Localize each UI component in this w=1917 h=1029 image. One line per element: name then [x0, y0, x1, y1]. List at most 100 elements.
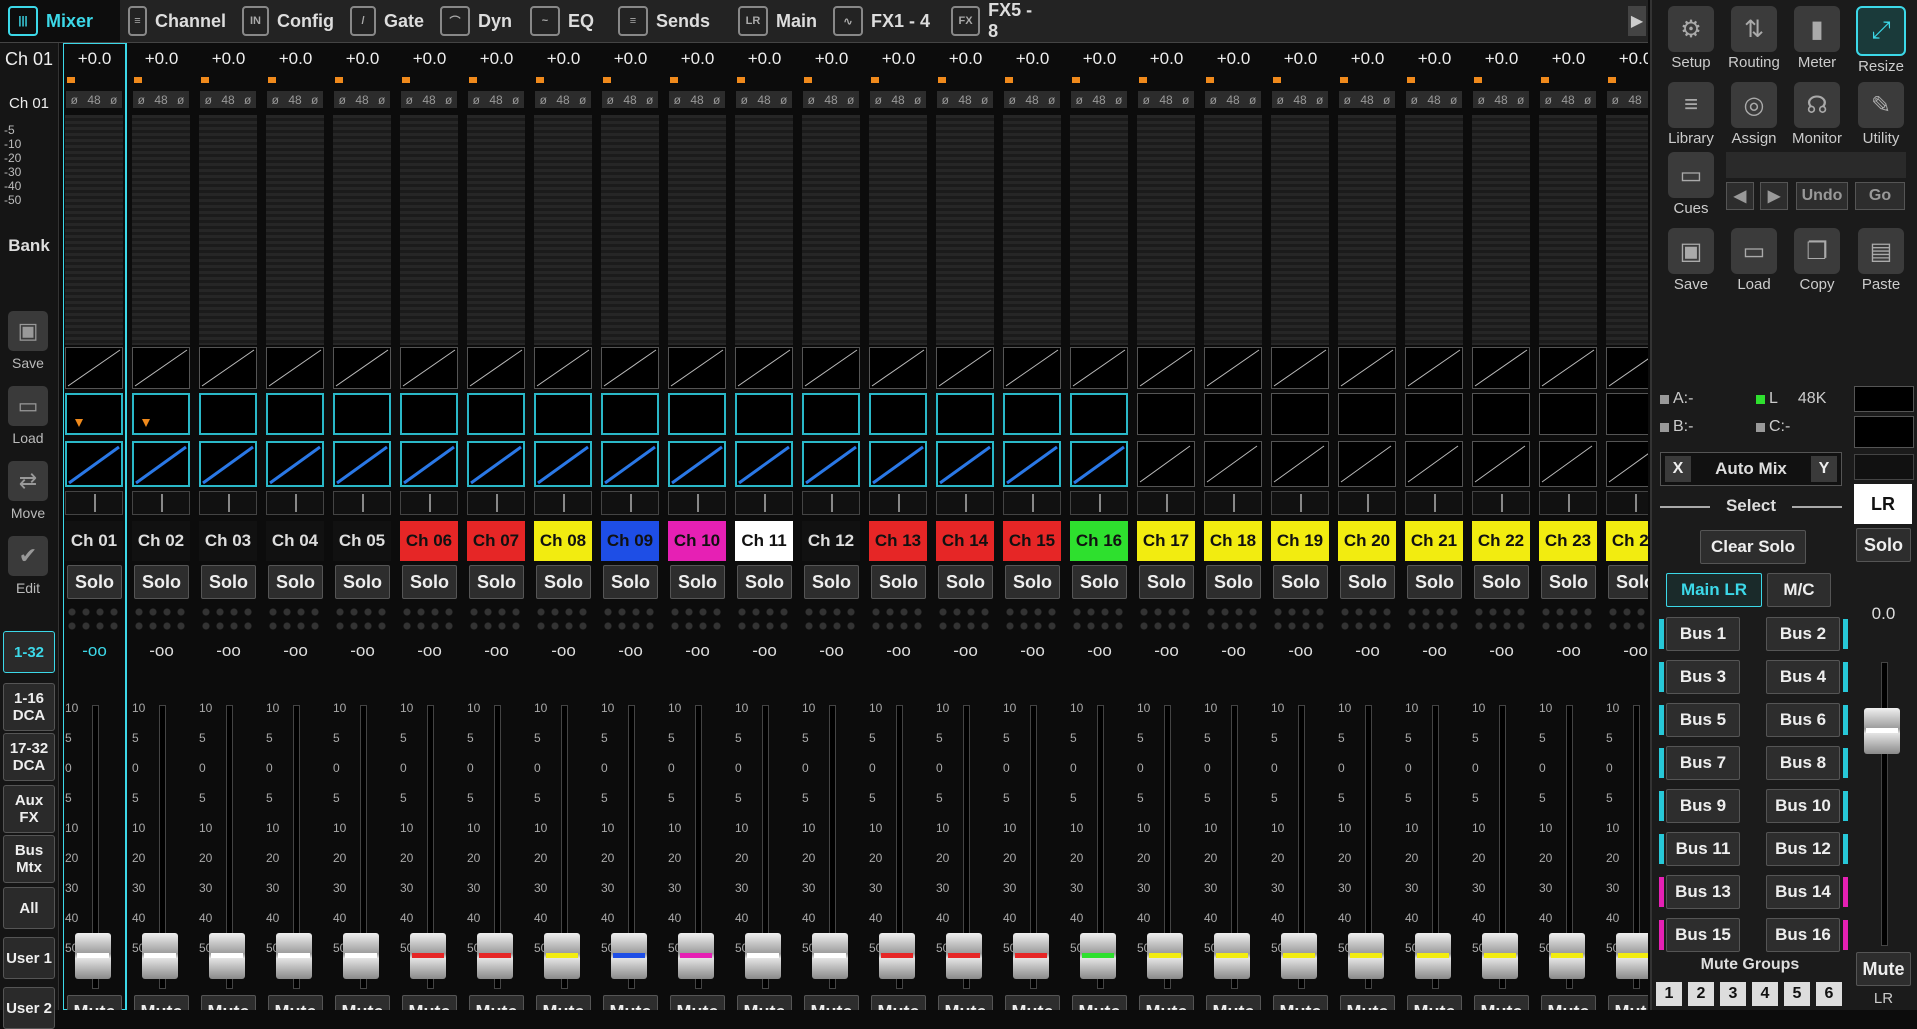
- gain-value[interactable]: +0.0: [733, 49, 796, 69]
- pan-control[interactable]: [1204, 491, 1262, 515]
- solo-button[interactable]: Solo: [469, 565, 524, 599]
- gain-value[interactable]: +0.0: [1537, 49, 1600, 69]
- tab-fx5-8[interactable]: FX FX5 - 8: [943, 0, 1053, 42]
- gate-graph[interactable]: [1070, 347, 1128, 389]
- dynamics-graph[interactable]: [601, 393, 659, 435]
- solo-button[interactable]: Solo: [938, 565, 993, 599]
- phantom-power-row[interactable]: ø 48 ø: [669, 91, 725, 108]
- mute-button[interactable]: Mute: [871, 995, 926, 1010]
- eq-graph[interactable]: [668, 441, 726, 487]
- phantom-power-row[interactable]: ø 48 ø: [736, 91, 792, 108]
- fader-knob[interactable]: [142, 933, 178, 979]
- bank-1-16-dca-button[interactable]: 1-16 DCA: [3, 683, 55, 731]
- routing-button[interactable]: ⇅ Routing: [1723, 6, 1785, 76]
- bank-aux-fx-button[interactable]: Aux FX: [3, 785, 55, 833]
- bus-7-button[interactable]: Bus 7: [1666, 746, 1740, 780]
- tab-fx1-4[interactable]: ∿ FX1 - 4: [825, 0, 943, 42]
- pan-control[interactable]: [65, 491, 123, 515]
- fader-knob[interactable]: [611, 933, 647, 979]
- mute-button[interactable]: Mute: [201, 995, 256, 1010]
- fader-knob[interactable]: [410, 933, 446, 979]
- fader-knob[interactable]: [75, 933, 111, 979]
- bus-8-button[interactable]: Bus 8: [1766, 746, 1840, 780]
- pan-control[interactable]: [400, 491, 458, 515]
- dynamics-graph[interactable]: [65, 393, 123, 435]
- pan-control[interactable]: [534, 491, 592, 515]
- save-button[interactable]: ▣ Save: [3, 311, 53, 379]
- fader-knob[interactable]: [276, 933, 312, 979]
- eq-graph[interactable]: [1606, 441, 1648, 487]
- fader-knob[interactable]: [1415, 933, 1451, 979]
- automix-y-button[interactable]: Y: [1811, 456, 1837, 482]
- gate-graph[interactable]: [668, 347, 726, 389]
- eq-graph[interactable]: [869, 441, 927, 487]
- monitor-button[interactable]: ☊ Monitor: [1786, 82, 1848, 152]
- phantom-power-row[interactable]: ø 48 ø: [133, 91, 189, 108]
- eq-graph[interactable]: [1137, 441, 1195, 487]
- dynamics-graph[interactable]: [1606, 393, 1648, 435]
- mute-button[interactable]: Mute: [1005, 995, 1060, 1010]
- solo-button[interactable]: Solo: [1608, 565, 1648, 599]
- solo-button[interactable]: Solo: [670, 565, 725, 599]
- gain-value[interactable]: +0.0: [264, 49, 327, 69]
- pan-control[interactable]: [668, 491, 726, 515]
- fader-knob[interactable]: [1616, 933, 1648, 979]
- dynamics-graph[interactable]: [534, 393, 592, 435]
- tab-channel[interactable]: ≡ Channel: [120, 0, 234, 42]
- tab-main[interactable]: LR Main: [730, 0, 825, 42]
- bus-2-button[interactable]: Bus 2: [1766, 617, 1840, 651]
- eq-graph[interactable]: [936, 441, 994, 487]
- mute-button[interactable]: Mute: [1072, 995, 1127, 1010]
- gain-value[interactable]: +0.0: [1269, 49, 1332, 69]
- gate-graph[interactable]: [400, 347, 458, 389]
- setup-button[interactable]: ⚙ Setup: [1660, 6, 1722, 76]
- gain-value[interactable]: +0.0: [1336, 49, 1399, 69]
- solo-button[interactable]: Solo: [402, 565, 457, 599]
- fader-knob[interactable]: [745, 933, 781, 979]
- tab-config[interactable]: IN Config: [234, 0, 342, 42]
- eq-graph[interactable]: [1539, 441, 1597, 487]
- pan-control[interactable]: [333, 491, 391, 515]
- gain-value[interactable]: +0.0: [1604, 49, 1648, 69]
- gate-graph[interactable]: [199, 347, 257, 389]
- tab-eq[interactable]: ~ EQ: [522, 0, 610, 42]
- tab-scroll-right-icon[interactable]: ▶: [1628, 6, 1646, 36]
- lr-fader-track[interactable]: [1881, 662, 1888, 946]
- tab-sends[interactable]: ≡ Sends: [610, 0, 730, 42]
- channel-name[interactable]: Ch 02: [132, 521, 190, 561]
- channel-name[interactable]: Ch 06: [400, 521, 458, 561]
- solo-button[interactable]: Solo: [1407, 565, 1462, 599]
- dynamics-graph[interactable]: [668, 393, 726, 435]
- main-lr-button[interactable]: Main LR: [1666, 573, 1762, 607]
- solo-button[interactable]: Solo: [871, 565, 926, 599]
- gain-value[interactable]: +0.0: [934, 49, 997, 69]
- bus-10-button[interactable]: Bus 10: [1766, 789, 1840, 823]
- mute-group-5-button[interactable]: 5: [1784, 982, 1810, 1006]
- gain-value[interactable]: +0.0: [1068, 49, 1131, 69]
- channel-name[interactable]: Ch 05: [333, 521, 391, 561]
- pan-control[interactable]: [1003, 491, 1061, 515]
- mute-button[interactable]: Mute: [1139, 995, 1194, 1010]
- undo-button[interactable]: Undo: [1796, 182, 1848, 210]
- mute-group-1-button[interactable]: 1: [1656, 982, 1682, 1006]
- lr-pan-box[interactable]: [1854, 454, 1914, 480]
- fader-knob[interactable]: [678, 933, 714, 979]
- eq-graph[interactable]: [467, 441, 525, 487]
- gain-value[interactable]: +0.0: [532, 49, 595, 69]
- phantom-power-row[interactable]: ø 48 ø: [1473, 91, 1529, 108]
- pan-control[interactable]: [1338, 491, 1396, 515]
- eq-graph[interactable]: [1472, 441, 1530, 487]
- gate-graph[interactable]: [132, 347, 190, 389]
- pan-control[interactable]: [1271, 491, 1329, 515]
- eq-graph[interactable]: [132, 441, 190, 487]
- phantom-power-row[interactable]: ø 48 ø: [1406, 91, 1462, 108]
- mute-group-2-button[interactable]: 2: [1688, 982, 1714, 1006]
- channel-name[interactable]: Ch 23: [1539, 521, 1597, 561]
- gate-graph[interactable]: [266, 347, 324, 389]
- mute-button[interactable]: Mute: [1474, 995, 1529, 1010]
- solo-button[interactable]: Solo: [1340, 565, 1395, 599]
- gain-value[interactable]: +0.0: [130, 49, 193, 69]
- gate-graph[interactable]: [1003, 347, 1061, 389]
- solo-button[interactable]: Solo: [67, 565, 122, 599]
- load-button[interactable]: ▭ Load: [1723, 228, 1785, 298]
